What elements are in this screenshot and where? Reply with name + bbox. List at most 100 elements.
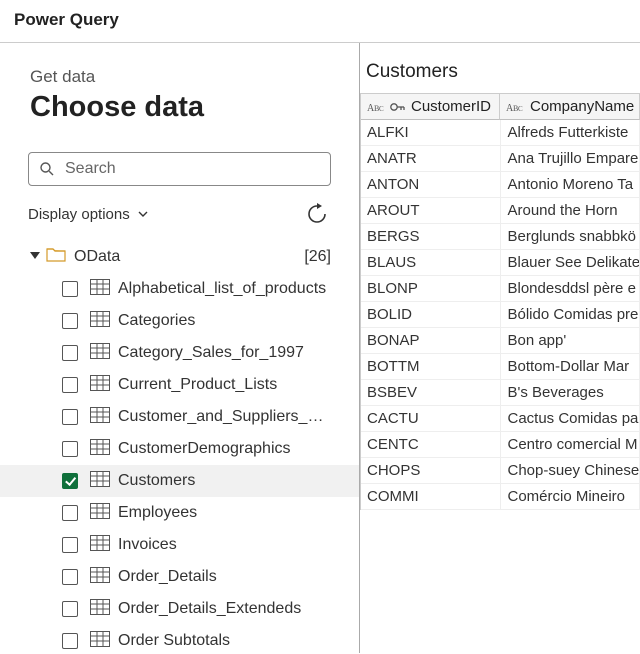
- checkbox[interactable]: [62, 505, 78, 521]
- table-row[interactable]: BOTTMBottom-Dollar Mar: [361, 354, 640, 380]
- table-row[interactable]: BOLIDBólido Comidas pre: [361, 302, 640, 328]
- table-icon: [90, 567, 110, 588]
- search-input[interactable]: [63, 159, 320, 179]
- table-icon: [90, 279, 110, 300]
- svg-text:C: C: [379, 105, 384, 113]
- column-header[interactable]: ABCCustomerID: [361, 94, 500, 120]
- checkbox[interactable]: [62, 537, 78, 553]
- table-row[interactable]: BLAUSBlauer See Delikate: [361, 250, 640, 276]
- table-row[interactable]: BLONPBlondesddsl père e: [361, 276, 640, 302]
- checkbox[interactable]: [62, 345, 78, 361]
- table-row[interactable]: CACTUCactus Comidas pa: [361, 406, 640, 432]
- checkbox[interactable]: [62, 281, 78, 297]
- tree-item-label: Alphabetical_list_of_products: [118, 280, 326, 298]
- tree-item[interactable]: Order Subtotals: [0, 625, 359, 653]
- table-icon: [90, 311, 110, 332]
- tree-item[interactable]: CustomerDemographics: [0, 433, 359, 465]
- table-row[interactable]: CENTCCentro comercial M: [361, 432, 640, 458]
- table-row[interactable]: CHOPSChop-suey Chinese: [361, 458, 640, 484]
- tree-item[interactable]: Order_Details_Extendeds: [0, 593, 359, 625]
- table-icon: [90, 471, 110, 492]
- app-title: Power Query: [0, 0, 640, 43]
- tree-item-label: Category_Sales_for_1997: [118, 344, 304, 362]
- checkbox[interactable]: [62, 409, 78, 425]
- tree-item-label: CustomerDemographics: [118, 440, 291, 458]
- table-cell: Antonio Moreno Ta: [501, 172, 640, 198]
- checkbox[interactable]: [62, 633, 78, 649]
- table-cell: Chop-suey Chinese: [501, 458, 640, 484]
- table-row[interactable]: AROUTAround the Horn: [361, 198, 640, 224]
- table-cell: Bólido Comidas pre: [501, 302, 640, 328]
- tree-item-label: Current_Product_Lists: [118, 376, 277, 394]
- table-row[interactable]: ANTONAntonio Moreno Ta: [361, 172, 640, 198]
- tree-item-label: Customer_and_Suppliers_by_...: [118, 408, 331, 426]
- table-cell: Cactus Comidas pa: [501, 406, 640, 432]
- tree-item[interactable]: Order_Details: [0, 561, 359, 593]
- tree-item[interactable]: Category_Sales_for_1997: [0, 337, 359, 369]
- table-row[interactable]: ALFKIAlfreds Futterkiste: [361, 120, 640, 146]
- checkbox[interactable]: [62, 377, 78, 393]
- table-cell: BSBEV: [361, 380, 501, 406]
- table-cell: BOLID: [361, 302, 501, 328]
- table-cell: Comércio Mineiro: [501, 484, 640, 510]
- table-icon: [90, 439, 110, 460]
- table-row[interactable]: ANATRAna Trujillo Empare: [361, 146, 640, 172]
- table-cell: CENTC: [361, 432, 501, 458]
- type-icon: ABC: [367, 100, 409, 114]
- tree-root-count: [26]: [304, 248, 331, 266]
- tree-item-label: Order Subtotals: [118, 632, 230, 650]
- tree-item-label: Categories: [118, 312, 195, 330]
- tree-item[interactable]: Categories: [0, 305, 359, 337]
- checkbox[interactable]: [62, 569, 78, 585]
- table-cell: Ana Trujillo Empare: [501, 146, 640, 172]
- checkbox[interactable]: [62, 601, 78, 617]
- table-cell: BERGS: [361, 224, 501, 250]
- table-row[interactable]: BSBEVB's Beverages: [361, 380, 640, 406]
- tree-item[interactable]: Invoices: [0, 529, 359, 561]
- tree-item-label: Order_Details: [118, 568, 217, 586]
- table-cell: Blondesddsl père e: [501, 276, 640, 302]
- table-cell: Around the Horn: [501, 198, 640, 224]
- tree-item-label: Invoices: [118, 536, 177, 554]
- table-icon: [90, 631, 110, 652]
- table-row[interactable]: BERGSBerglunds snabbkö: [361, 224, 640, 250]
- tree-item[interactable]: Customers: [0, 465, 359, 497]
- table-cell: BONAP: [361, 328, 501, 354]
- table-cell: CHOPS: [361, 458, 501, 484]
- caret-down-icon: [28, 252, 42, 262]
- tree-item[interactable]: Employees: [0, 497, 359, 529]
- get-data-label: Get data: [30, 67, 359, 87]
- tree-item-label: Customers: [118, 472, 195, 490]
- data-grid: ABCCustomerIDABCCompanyName ALFKIAlfreds…: [360, 93, 640, 510]
- table-cell: Blauer See Delikate: [501, 250, 640, 276]
- table-cell: AROUT: [361, 198, 501, 224]
- table-cell: Berglunds snabbkö: [501, 224, 640, 250]
- table-icon: [90, 503, 110, 524]
- tree-item[interactable]: Customer_and_Suppliers_by_...: [0, 401, 359, 433]
- checkbox[interactable]: [62, 441, 78, 457]
- display-options[interactable]: Display options: [28, 206, 303, 223]
- table-cell: Centro comercial M: [501, 432, 640, 458]
- chevron-down-icon: [136, 207, 150, 221]
- column-header[interactable]: ABCCompanyName: [500, 94, 640, 120]
- tree-item[interactable]: Current_Product_Lists: [0, 369, 359, 401]
- tree-item[interactable]: Alphabetical_list_of_products: [0, 273, 359, 305]
- refresh-icon: [306, 203, 328, 225]
- table-icon: [90, 535, 110, 556]
- table-cell: BOTTM: [361, 354, 501, 380]
- search-box[interactable]: [28, 152, 331, 186]
- table-cell: CACTU: [361, 406, 501, 432]
- table-row[interactable]: COMMIComércio Mineiro: [361, 484, 640, 510]
- svg-text:C: C: [518, 105, 523, 113]
- table-row[interactable]: BONAPBon app': [361, 328, 640, 354]
- tree-root-odata[interactable]: OData [26]: [0, 242, 359, 271]
- table-icon: [90, 343, 110, 364]
- type-icon: ABC: [506, 100, 528, 114]
- refresh-button[interactable]: [303, 200, 331, 228]
- checkbox[interactable]: [62, 473, 78, 489]
- preview-title: Customers: [366, 61, 640, 83]
- tree: OData [26] Alphabetical_list_of_products…: [0, 236, 359, 653]
- tree-item-label: Employees: [118, 504, 197, 522]
- checkbox[interactable]: [62, 313, 78, 329]
- folder-icon: [46, 246, 66, 267]
